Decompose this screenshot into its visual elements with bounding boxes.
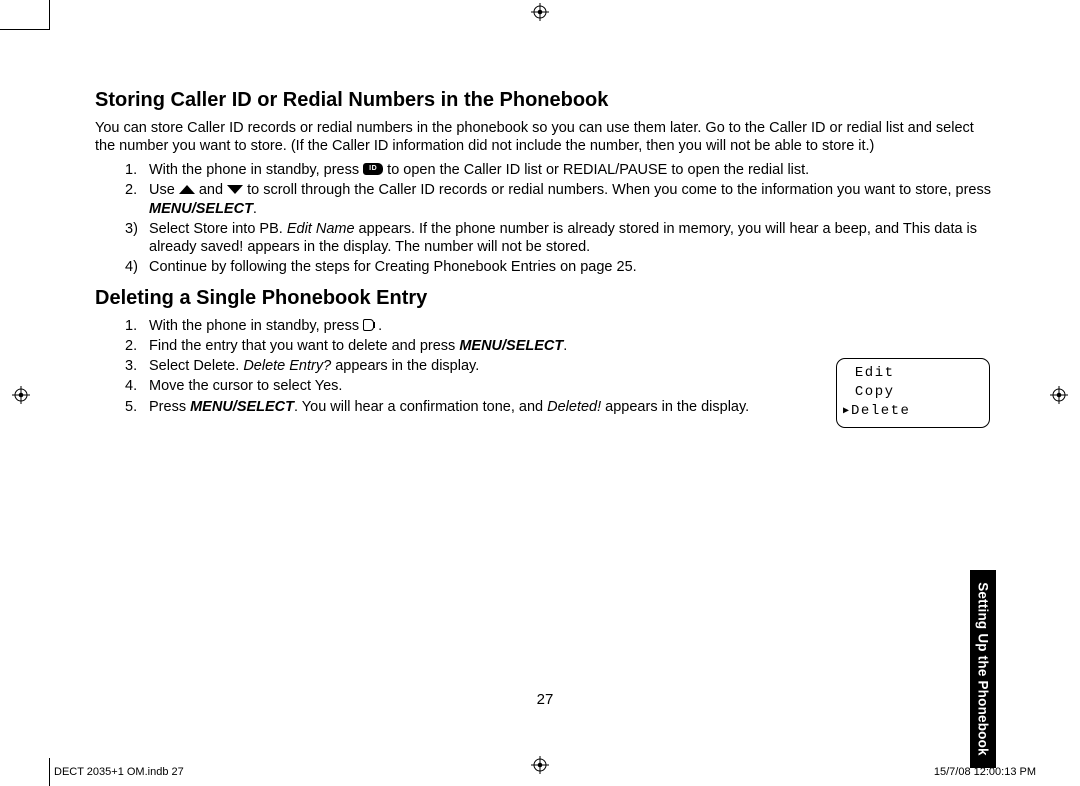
steps-storing: 1. With the phone in standby, press ID t… [125,161,995,276]
lcd-display: Edit Copy Delete [836,358,990,428]
list-item: 4. Move the cursor to select Yes. [125,377,765,395]
down-arrow-icon [227,185,243,194]
print-footer: DECT 2035+1 OM.indb 27 15/7/08 12:00:13 … [50,766,1040,778]
footer-left: DECT 2035+1 OM.indb 27 [54,766,184,778]
list-item: 3) Select Store into PB. Edit Name appea… [125,220,995,256]
steps-deleting: 1. With the phone in standby, press . 2.… [125,317,765,416]
lcd-row: Edit [845,364,981,383]
lcd-row: Copy [845,383,981,402]
list-item: 3. Select Delete. Delete Entry? appears … [125,357,765,375]
registration-mark-left [12,386,30,404]
phonebook-icon [363,319,374,331]
lcd-row-selected: Delete [845,402,981,421]
list-item: 1. With the phone in standby, press ID t… [125,161,995,179]
list-item: 2. Find the entry that you want to delet… [125,337,765,355]
heading-deleting: Deleting a Single Phonebook Entry [95,286,995,311]
list-item: 5. Press MENU/SELECT. You will hear a co… [125,398,765,416]
intro-storing: You can store Caller ID records or redia… [95,119,995,155]
page-number: 27 [50,691,1040,708]
list-item: 4) Continue by following the steps for C… [125,258,995,276]
caller-id-icon: ID [363,163,383,175]
up-arrow-icon [179,185,195,194]
registration-mark-top [531,3,549,21]
heading-storing: Storing Caller ID or Redial Numbers in t… [95,88,995,113]
registration-mark-right [1050,386,1068,404]
section-tab: Setting Up the Phonebook [970,570,996,768]
list-item: 1. With the phone in standby, press . [125,317,765,335]
footer-right: 15/7/08 12:00:13 PM [934,766,1036,778]
list-item: 2. Use and to scroll through the Caller … [125,181,995,217]
